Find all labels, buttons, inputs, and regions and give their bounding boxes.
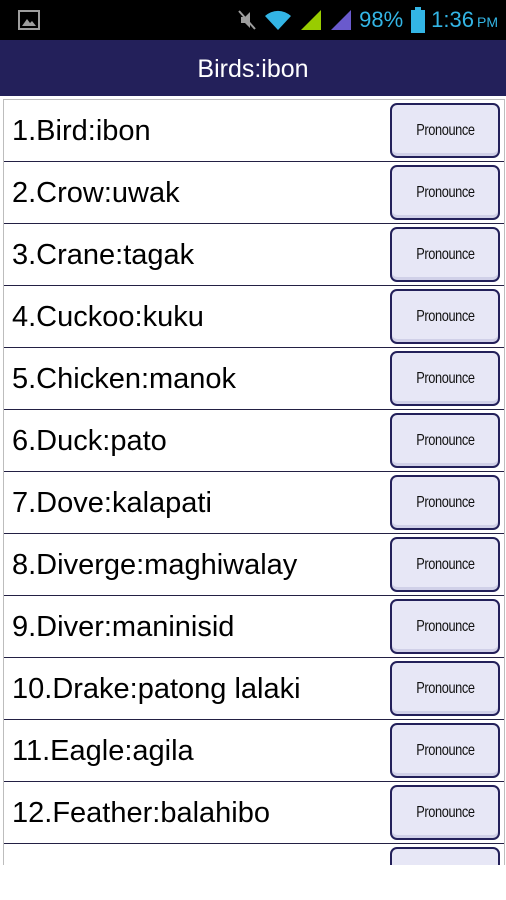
list-item: 1.Bird:ibon Pronounce	[4, 100, 504, 162]
list-item: 9.Diver:maninisid Pronounce	[4, 596, 504, 658]
pronounce-button-label: Pronounce	[415, 184, 475, 201]
clock-time: 1:36	[431, 7, 474, 32]
word-label: 1.Bird:ibon	[12, 115, 151, 147]
word-label: 11.Eagle:agila	[12, 735, 194, 767]
pronounce-button[interactable]: Pronounce	[390, 103, 500, 158]
pronounce-button-label: Pronounce	[416, 849, 474, 866]
pronounce-button-label: Pronounce	[415, 122, 475, 139]
signal-icon	[301, 10, 322, 30]
pronounce-button[interactable]: Pronounce	[390, 351, 500, 406]
clock-ampm: PM	[477, 14, 498, 30]
list-item: 2.Crow:uwak Pronounce	[4, 162, 504, 224]
pronounce-button-label: Pronounce	[415, 618, 475, 635]
word-label: 7.Dove:kalapati	[12, 487, 212, 519]
pronounce-button[interactable]: Pronounce	[390, 785, 500, 840]
pronounce-button[interactable]: Pronounce	[390, 413, 500, 468]
word-label: 8.Diverge:maghiwalay	[12, 549, 298, 581]
pronounce-button[interactable]: Pronounce	[390, 289, 500, 344]
pronounce-button[interactable]: Pronounce	[390, 165, 500, 220]
word-label: 2.Crow:uwak	[12, 177, 180, 209]
pronounce-button-label: Pronounce	[415, 494, 475, 511]
list-item: 4.Cuckoo:kuku Pronounce	[4, 286, 504, 348]
status-bar: 98% 1:36 PM	[0, 0, 506, 40]
pronounce-button-label: Pronounce	[415, 804, 475, 821]
pronounce-button[interactable]: Pronounce	[390, 537, 500, 592]
pronounce-button-label: Pronounce	[415, 246, 475, 263]
list-item: 3.Crane:tagak Pronounce	[4, 224, 504, 286]
pronounce-button[interactable]: Pronounce	[390, 661, 500, 716]
image-notification-icon	[18, 10, 40, 30]
pronounce-button-label: Pronounce	[415, 742, 475, 759]
word-label: 4.Cuckoo:kuku	[12, 301, 204, 333]
word-label: 6.Duck:pato	[12, 425, 167, 457]
title-bar: Birds:ibon	[0, 40, 506, 96]
pronounce-button-label: Pronounce	[415, 370, 475, 387]
list-item: 7.Dove:kalapati Pronounce	[4, 472, 504, 534]
status-indicators: 98% 1:36 PM	[237, 0, 498, 40]
word-label: 3.Crane:tagak	[12, 239, 195, 271]
pronounce-button-label: Pronounce	[415, 556, 475, 573]
pronounce-button-label: Pronounce	[415, 680, 475, 697]
mute-icon	[238, 10, 256, 30]
pronounce-button-label: Pronounce	[415, 308, 475, 325]
pronounce-button[interactable]: Pronounce	[390, 475, 500, 530]
list-item: 11.Eagle:agila Pronounce	[4, 720, 504, 782]
pronounce-button-label: Pronounce	[415, 432, 475, 449]
list-item: 6.Duck:pato Pronounce	[4, 410, 504, 472]
list-item: 5.Chicken:manok Pronounce	[4, 348, 504, 410]
word-label: 9.Diver:maninisid	[12, 611, 235, 643]
pronounce-button[interactable]: Pronounce	[390, 723, 500, 778]
list-item: 8.Diverge:maghiwalay Pronounce	[4, 534, 504, 596]
signal-icon	[331, 10, 352, 30]
list-item-partial: Pronounce	[4, 844, 504, 866]
word-list[interactable]: 1.Bird:ibon Pronounce 2.Crow:uwak Pronou…	[3, 99, 505, 866]
clock: 1:36 PM	[431, 7, 498, 33]
wifi-icon	[265, 10, 292, 30]
battery-icon	[411, 7, 426, 33]
battery-percentage: 98%	[359, 7, 404, 32]
page-title: Birds:ibon	[197, 55, 309, 83]
list-item: 10.Drake:patong lalaki Pronounce	[4, 658, 504, 720]
list-item: 12.Feather:balahibo Pronounce	[4, 782, 504, 844]
pronounce-button[interactable]: Pronounce	[390, 599, 500, 654]
pronounce-button[interactable]: Pronounce	[390, 227, 500, 282]
word-label: 12.Feather:balahibo	[12, 797, 270, 829]
word-label: 10.Drake:patong lalaki	[12, 673, 301, 705]
bottom-area	[0, 865, 506, 900]
pronounce-button[interactable]: Pronounce	[390, 847, 500, 866]
word-label: 5.Chicken:manok	[12, 363, 237, 395]
